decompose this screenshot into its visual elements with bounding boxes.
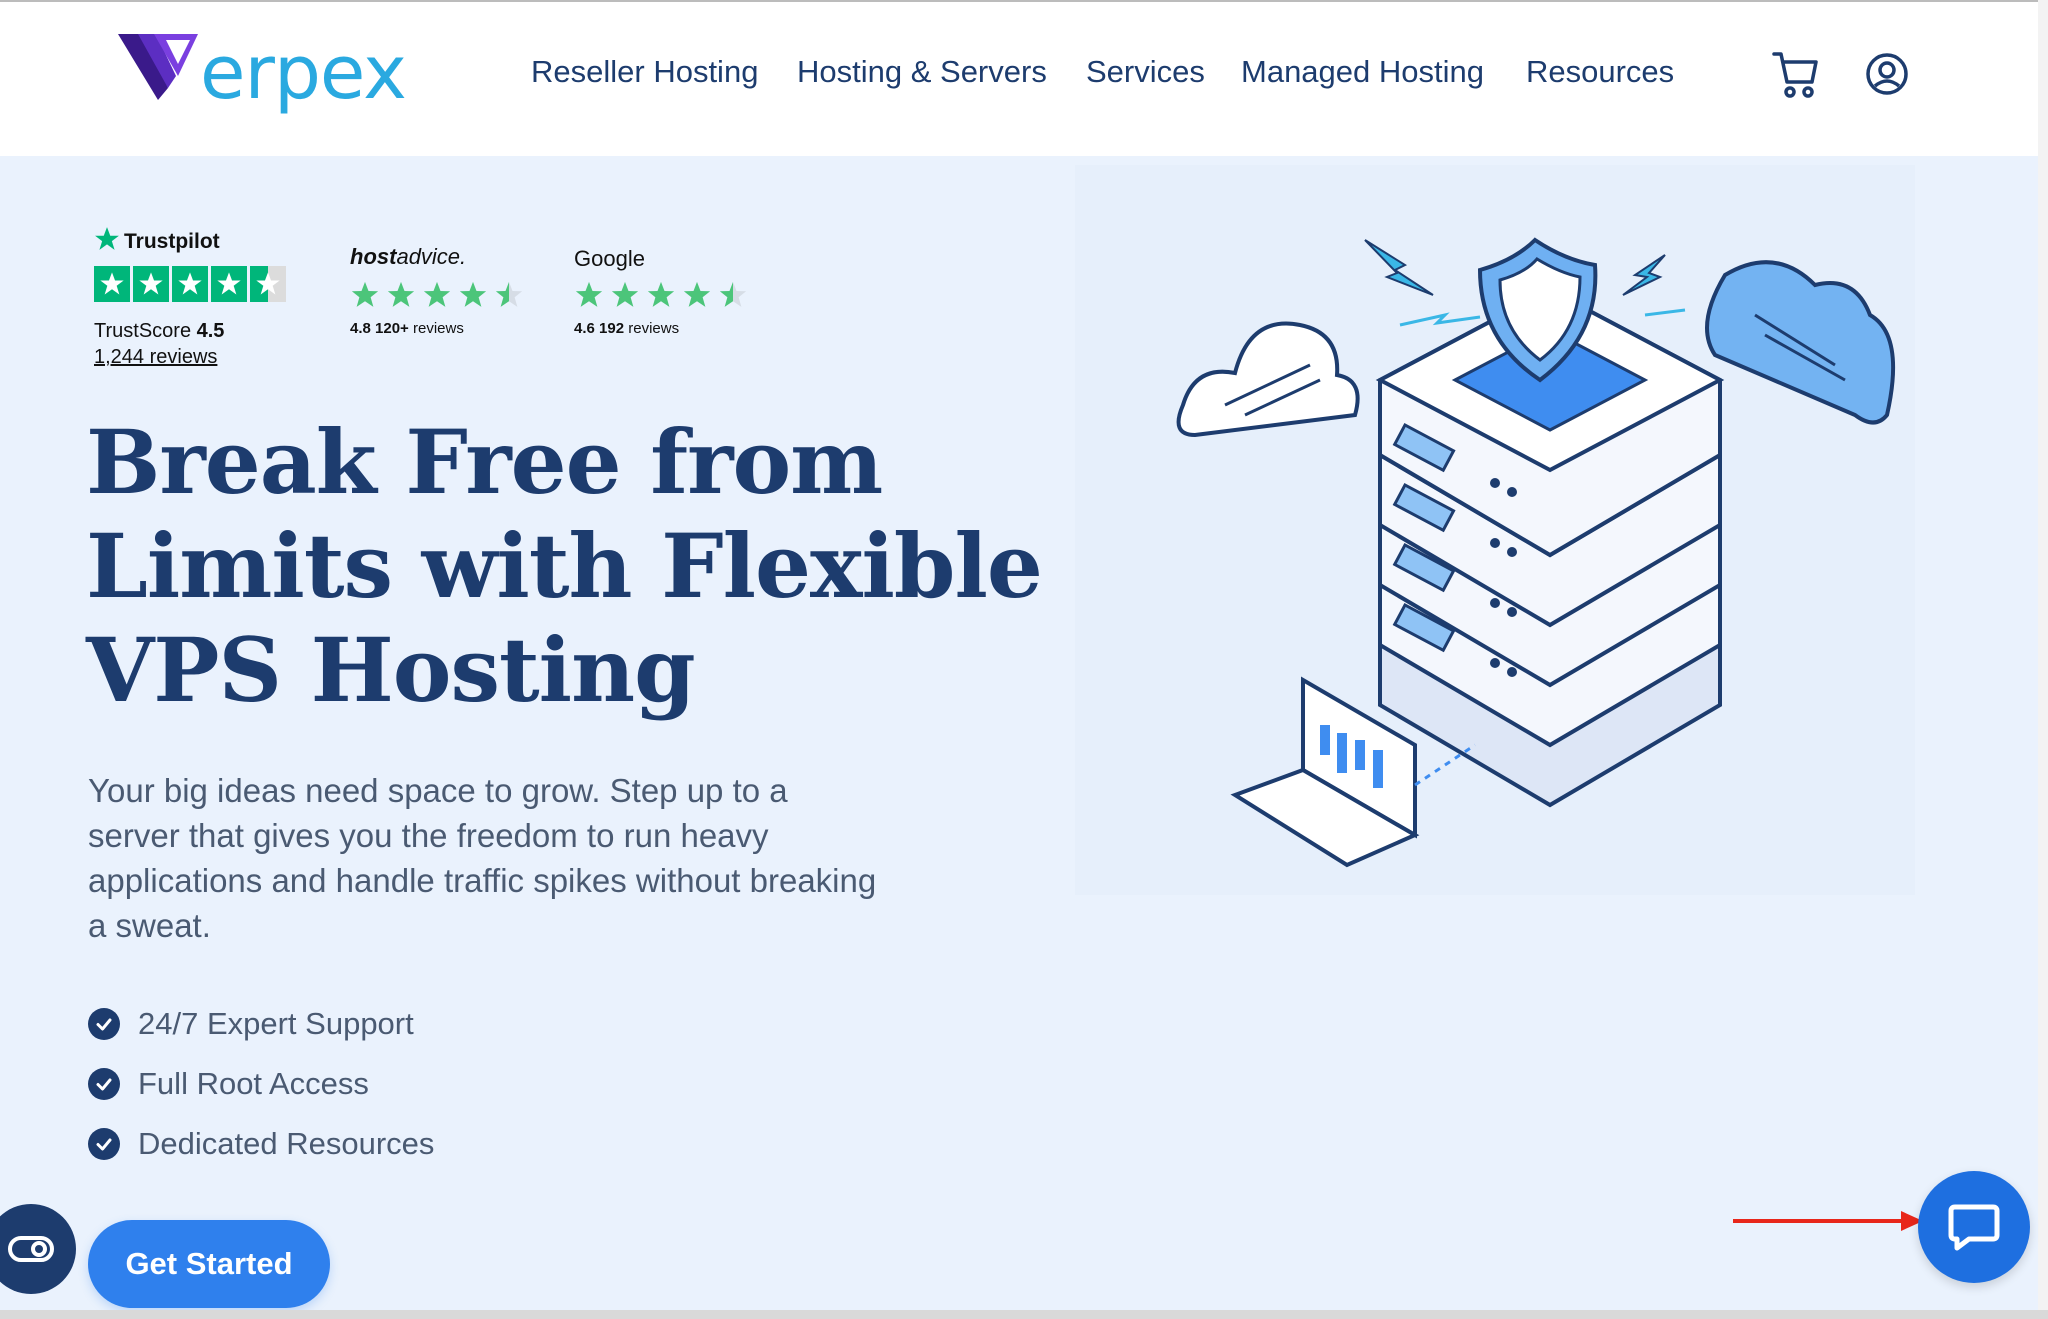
nav-managed-hosting[interactable]: Managed Hosting	[1241, 54, 1484, 90]
star-icon	[459, 281, 487, 307]
star-icon	[611, 281, 639, 307]
star-icon	[172, 266, 208, 302]
check-circle-icon	[88, 1008, 120, 1040]
headline-line-3: VPS Hosting	[86, 618, 696, 722]
feature-item: Dedicated Resources	[88, 1126, 434, 1162]
nav-resources[interactable]: Resources	[1526, 54, 1674, 90]
feature-item: Full Root Access	[88, 1066, 369, 1102]
star-icon	[683, 281, 711, 307]
feature-label: Dedicated Resources	[138, 1126, 435, 1161]
google-logo: Google	[574, 246, 645, 271]
star-icon	[423, 281, 451, 307]
headline-line-2: Limits with Flexible	[86, 514, 1043, 618]
chat-bubble-icon[interactable]	[1918, 1171, 2030, 1283]
nav-services[interactable]: Services	[1086, 54, 1205, 90]
hostadvice-logo-bold: host	[350, 244, 397, 269]
nav-reseller-hosting[interactable]: Reseller Hosting	[531, 54, 758, 90]
logo-wordmark: erpex	[200, 30, 407, 116]
window-edge	[2038, 0, 2048, 1319]
google-suffix: reviews	[628, 320, 680, 337]
trustpilot-stars	[94, 266, 286, 302]
server-illustration	[1075, 165, 1915, 910]
half-star-icon	[495, 281, 523, 307]
headline-line-1: Break Free from	[86, 410, 883, 514]
feature-item: 24/7 Expert Support	[88, 1006, 414, 1042]
hero-description: Your big ideas need space to grow. Step …	[88, 772, 877, 944]
star-icon	[211, 266, 247, 302]
trustpilot-reviews-link[interactable]: 1,244 reviews	[94, 346, 217, 369]
google-score: 4.6	[574, 320, 595, 337]
hostadvice-logo: hostadvice.	[350, 244, 466, 270]
trustscore-text: TrustScore 4.5	[94, 320, 224, 343]
check-circle-icon	[88, 1128, 120, 1160]
hostadvice-caption: 4.8 120+ reviews	[350, 320, 464, 337]
star-icon	[94, 266, 130, 302]
logo-mark-icon	[118, 34, 198, 100]
trustscore-value: 4.5	[196, 320, 225, 342]
hostadvice-stars	[350, 280, 524, 310]
hostadvice-suffix: reviews	[413, 320, 464, 337]
get-started-button[interactable]: Get Started	[88, 1220, 330, 1308]
nav-hosting-servers[interactable]: Hosting & Servers	[797, 54, 1047, 90]
page-title: Break Free from Limits with Flexible VPS…	[86, 410, 1043, 722]
hostadvice-score: 4.8	[350, 320, 371, 337]
annotation-arrow-icon	[1733, 1211, 1923, 1231]
trustscore-label: TrustScore	[94, 320, 192, 342]
half-star-icon	[719, 281, 747, 307]
window-bottom-bar	[0, 1310, 2048, 1319]
star-icon	[647, 281, 675, 307]
check-circle-icon	[88, 1068, 120, 1100]
feature-label: 24/7 Expert Support	[138, 1006, 414, 1041]
star-icon	[351, 281, 379, 307]
star-icon	[387, 281, 415, 307]
cart-icon[interactable]	[1772, 50, 1818, 103]
trustpilot-star-icon	[95, 227, 119, 250]
site-header: erpex Reseller Hosting Hosting & Servers…	[0, 0, 2048, 156]
google-count: 192	[599, 320, 625, 337]
star-icon	[133, 266, 169, 302]
feature-label: Full Root Access	[138, 1066, 369, 1101]
verpex-logo[interactable]: erpex	[118, 28, 418, 124]
user-circle-icon[interactable]	[1865, 52, 1909, 101]
google-caption: 4.6 192 reviews	[574, 320, 679, 337]
star-icon	[575, 281, 603, 307]
trustpilot-title: Trustpilot	[124, 230, 220, 253]
hostadvice-logo-light: advice.	[396, 244, 467, 269]
half-star-icon	[250, 266, 286, 302]
google-stars	[574, 280, 748, 310]
hostadvice-count: 120+	[375, 320, 409, 337]
